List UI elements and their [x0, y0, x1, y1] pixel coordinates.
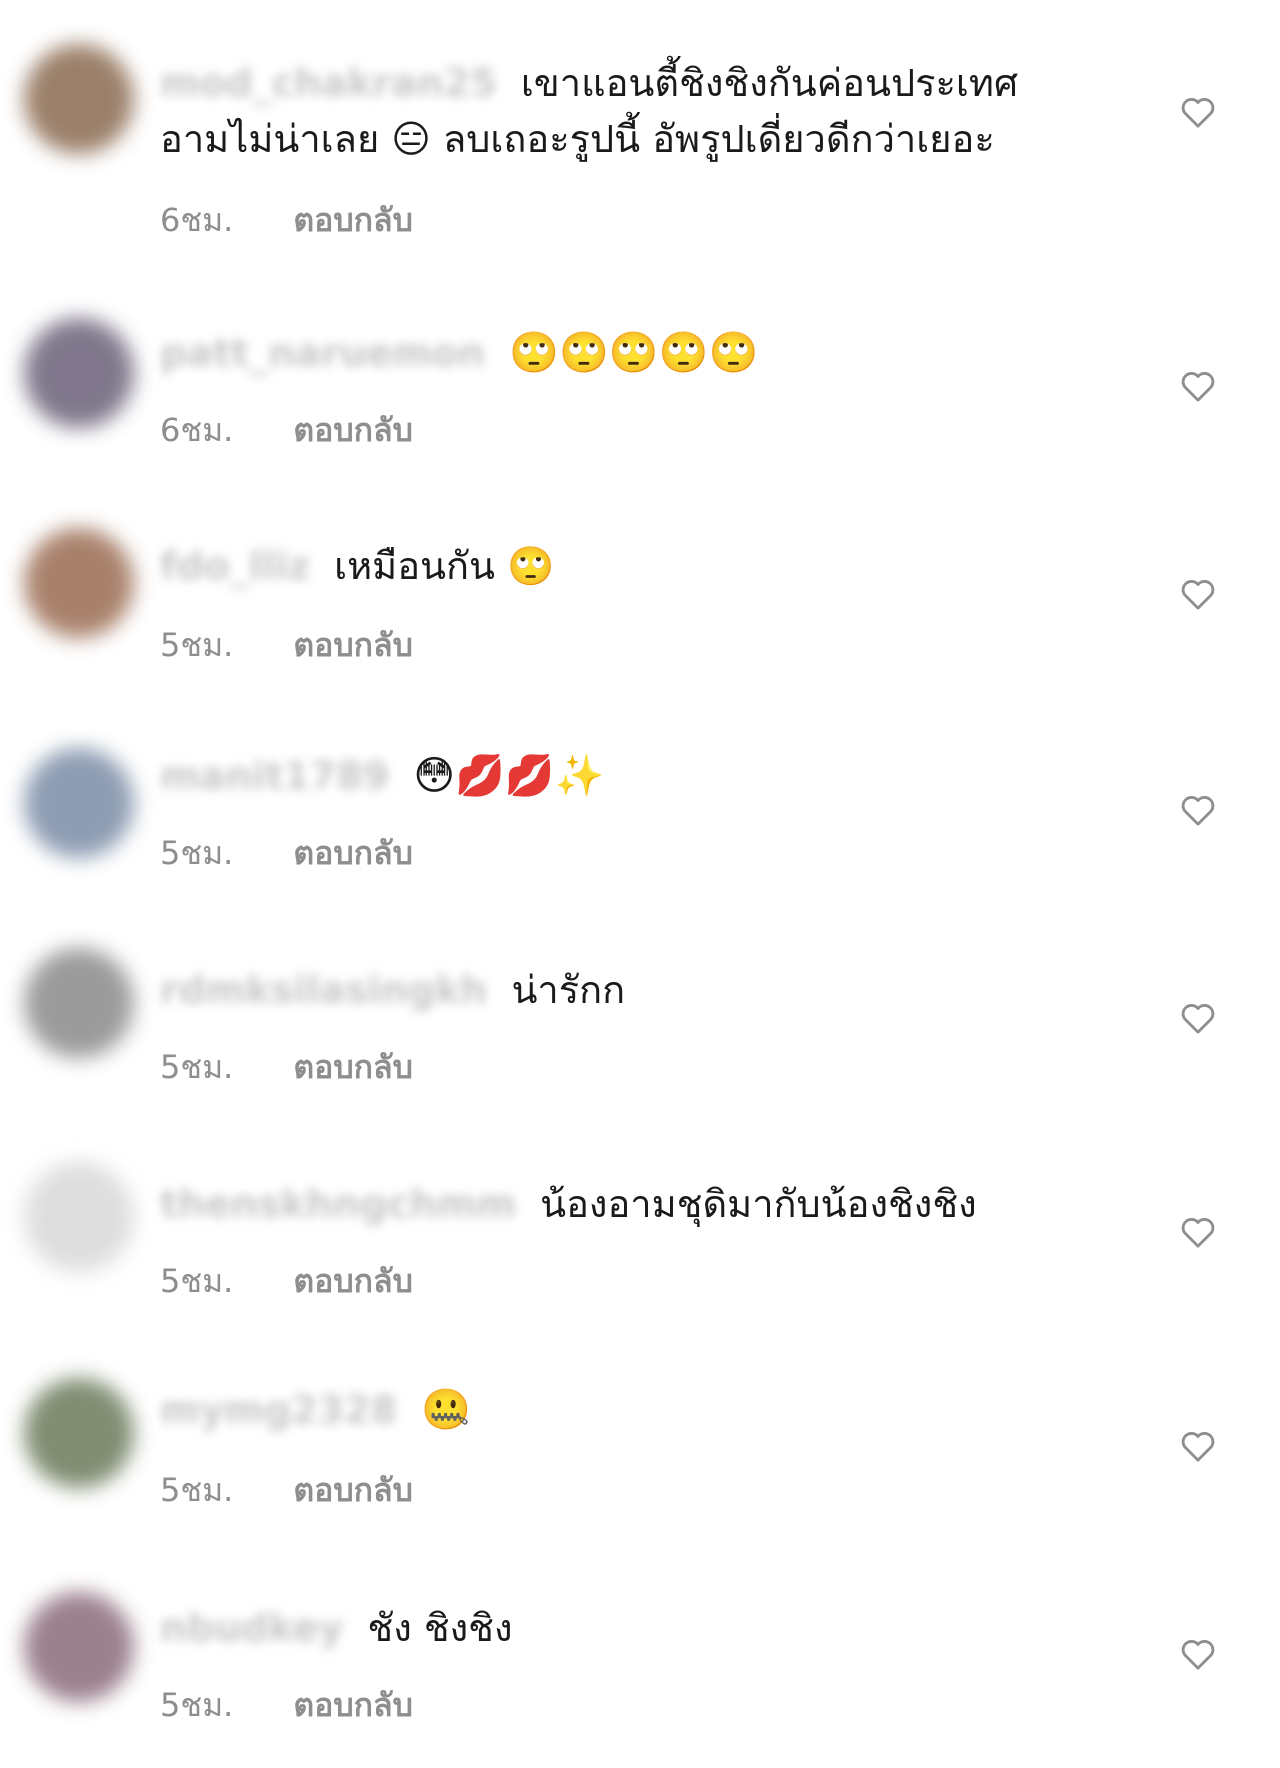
comment-username[interactable]: thenskhngchmm [160, 1182, 516, 1226]
avatar[interactable] [24, 44, 134, 154]
comment-time: 5ชม. [160, 1048, 234, 1086]
comment-text: ชัง ชิงชิง [367, 1606, 513, 1650]
comment-text: 🙄🙄🙄🙄🙄 [509, 330, 759, 376]
avatar[interactable] [24, 318, 134, 428]
reply-button[interactable]: ตอบกลับ [293, 1256, 413, 1307]
comment-body: rdmksilasingkh น่ารักก [160, 962, 1080, 1018]
comment-meta: 5ชม. ตอบกลับ [160, 828, 413, 879]
avatar[interactable] [24, 748, 134, 858]
comment-meta: 6ชม. ตอบกลับ [160, 195, 413, 246]
reply-button[interactable]: ตอบกลับ [293, 620, 413, 671]
comment-username[interactable]: mod_chakran25 [160, 61, 497, 105]
reply-button[interactable]: ตอบกลับ [293, 195, 413, 246]
reply-button[interactable]: ตอบกลับ [293, 1680, 413, 1731]
reply-button[interactable]: ตอบกลับ [293, 1042, 413, 1093]
comment-meta: 5ชม. ตอบกลับ [160, 1256, 413, 1307]
comment-meta: 5ชม. ตอบกลับ [160, 620, 413, 671]
heart-outline-icon [1181, 796, 1215, 826]
heart-outline-icon [1181, 580, 1215, 610]
comment-username[interactable]: mymg2328 [160, 1388, 397, 1432]
comment-time: 6ชม. [160, 201, 234, 239]
heart-outline-icon [1181, 372, 1215, 402]
comment-username[interactable]: nbudkey [160, 1606, 343, 1650]
comment-username[interactable]: fdo_lliz [160, 544, 310, 588]
comment-text: 😳💋💋✨ [413, 753, 605, 799]
like-button[interactable] [1178, 92, 1218, 132]
comment-meta: 5ชม. ตอบกลับ [160, 1042, 413, 1093]
avatar[interactable] [24, 1592, 134, 1702]
comment-body: thenskhngchmm น้องอามชุดิมากับน้องชิงชิง [160, 1176, 1080, 1232]
comment-body: mod_chakran25 เขาแอนตี้ชิงชิงกันค่อนประเ… [160, 55, 1080, 167]
heart-outline-icon [1181, 1432, 1215, 1462]
comment-time: 6ชม. [160, 411, 234, 449]
avatar[interactable] [24, 948, 134, 1058]
like-button[interactable] [1178, 1634, 1218, 1674]
comment-body: manit1789 😳💋💋✨ [160, 748, 1080, 804]
comment-username[interactable]: rdmksilasingkh [160, 968, 487, 1012]
comment-meta: 6ชม. ตอบกลับ [160, 405, 413, 456]
comment-time: 5ชม. [160, 1686, 234, 1724]
like-button[interactable] [1178, 574, 1218, 614]
comment-body: fdo_lliz เหมือนกัน 🙄 [160, 538, 1080, 594]
avatar[interactable] [24, 1378, 134, 1488]
comment-time: 5ชม. [160, 626, 234, 664]
like-button[interactable] [1178, 1426, 1218, 1466]
reply-button[interactable]: ตอบกลับ [293, 405, 413, 456]
reply-button[interactable]: ตอบกลับ [293, 828, 413, 879]
heart-outline-icon [1181, 1640, 1215, 1670]
comment-text: น่ารักก [511, 968, 626, 1012]
heart-outline-icon [1181, 98, 1215, 128]
comment-meta: 5ชม. ตอบกลับ [160, 1680, 413, 1731]
like-button[interactable] [1178, 998, 1218, 1038]
avatar[interactable] [24, 1162, 134, 1272]
comment-username[interactable]: manit1789 [160, 754, 389, 798]
comment-time: 5ชม. [160, 1471, 234, 1509]
comment-username[interactable]: patt_naruemon [160, 331, 485, 375]
comment-text: เหมือนกัน 🙄 [334, 544, 555, 588]
like-button[interactable] [1178, 790, 1218, 830]
avatar[interactable] [24, 528, 134, 638]
like-button[interactable] [1178, 366, 1218, 406]
like-button[interactable] [1178, 1212, 1218, 1252]
comment-body: nbudkey ชัง ชิงชิง [160, 1600, 1080, 1656]
reply-button[interactable]: ตอบกลับ [293, 1465, 413, 1516]
heart-outline-icon [1181, 1004, 1215, 1034]
comment-body: patt_naruemon 🙄🙄🙄🙄🙄 [160, 325, 1080, 381]
comment-time: 5ชม. [160, 834, 234, 872]
comment-body: mymg2328 🤐 [160, 1382, 1080, 1438]
comment-text: 🤐 [421, 1387, 471, 1433]
comment-meta: 5ชม. ตอบกลับ [160, 1465, 413, 1516]
comment-time: 5ชม. [160, 1262, 234, 1300]
heart-outline-icon [1181, 1218, 1215, 1248]
comment-text: น้องอามชุดิมากับน้องชิงชิง [540, 1182, 977, 1226]
